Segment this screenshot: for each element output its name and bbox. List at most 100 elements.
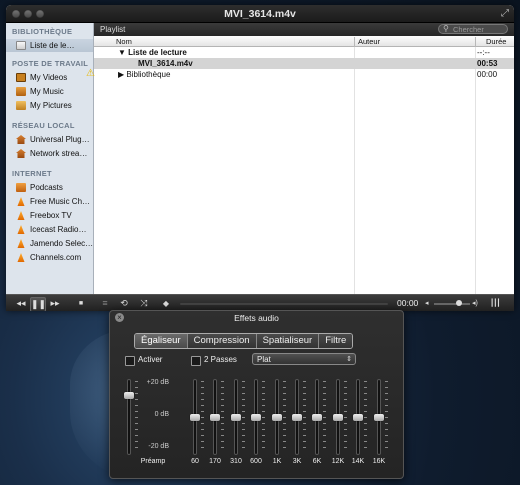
column-header: Nom Auteur Durée [94,36,514,47]
playhead-icon[interactable]: ◆ [159,297,173,310]
tab-filter[interactable]: Filtre [319,334,353,348]
sidebar-item-podcasts[interactable]: Podcasts [16,181,92,194]
preamp-slider[interactable] [124,380,134,454]
eq-band-slider-3K[interactable] [292,380,302,454]
sidebar-item-free-music-charts[interactable]: Free Music Ch… [16,195,92,208]
eq-band-label: 12K [331,458,345,465]
sidebar-item-my-music[interactable]: My Music [16,85,92,98]
eq-band-slider-310[interactable] [231,380,241,454]
tab-spatializer[interactable]: Spatialiseur [256,334,320,348]
eq-band-slider-170[interactable] [210,380,220,454]
slider-knob[interactable] [292,414,302,421]
sidebar-item-label: Channels.com [30,253,82,262]
sidebar-item-label: My Music [30,87,64,96]
sidebar-item-icecast-radio[interactable]: Icecast Radio… [16,223,92,236]
playlist-label: Playlist [100,25,126,34]
table-row[interactable]: ▼ Liste de lecture --:-- [94,47,514,58]
title-bar[interactable]: MVI_3614.m4v ⤢ [6,5,514,23]
sidebar-item-my-videos[interactable]: My Videos [16,71,92,84]
sidebar-item-network-streams[interactable]: Network strea… [16,147,92,160]
sidebar-item-upnp[interactable]: Universal Plug… [16,133,92,146]
preset-select[interactable]: Plat ⇕ [252,353,356,365]
sidebar-item-jamendo[interactable]: Jamendo Selec… [16,237,93,250]
cone-icon [17,211,25,220]
equalizer-icon[interactable]: ┃┃┃ [490,297,501,310]
slider-ticks [242,381,245,453]
volume-knob[interactable] [456,300,462,306]
network-home-icon [16,149,26,158]
playlist-toggle-button[interactable]: ≡ [98,297,112,310]
forward-button[interactable]: ▸▸ [48,297,62,310]
film-icon [16,73,26,82]
sidebar-item-label: Icecast Radio… [30,225,87,234]
slider-knob[interactable] [353,414,363,421]
row-duration: 00:00 [477,70,498,79]
music-icon [16,87,26,96]
sidebar-item-label: Freebox TV [30,211,72,220]
effects-tabs: Égaliseur Compression Spatialiseur Filtr… [134,333,354,349]
fullscreen-icon[interactable]: ⤢ [501,8,509,19]
eq-band-slider-6K[interactable] [312,380,322,454]
pause-button[interactable]: ❚❚ [30,297,46,311]
slider-knob[interactable] [190,414,200,421]
sidebar-item-playlist[interactable]: Liste de le… [6,39,93,52]
eq-band-slider-600[interactable] [251,380,261,454]
table-row[interactable]: ⚠ ▶ Bibliothèque 00:00 [86,68,514,80]
slider-ticks [283,381,286,453]
cone-icon [17,225,25,234]
panel-title: Effets audio [234,313,279,323]
loop-button[interactable]: ⟲ [117,297,131,310]
warning-icon: ⚠ [86,68,95,79]
sidebar-item-my-pictures[interactable]: My Pictures [16,99,92,112]
column-divider [354,47,355,294]
column-separator[interactable] [354,37,355,47]
eq-band-slider-1K[interactable] [272,380,282,454]
table-row-selected[interactable]: MVI_3614.m4v 00:53 [94,58,514,69]
sidebar-item-freebox-tv[interactable]: Freebox TV [16,209,92,222]
sidebar-item-label: Universal Plug… [30,135,90,144]
slider-ticks [364,381,367,453]
eq-band-slider-14K[interactable] [353,380,363,454]
slider-knob[interactable] [374,414,384,421]
slider-knob[interactable] [272,414,282,421]
sidebar-section-library: BIBLIOTHÈQUE [12,27,73,36]
enable-checkbox[interactable] [125,356,135,366]
tab-equalizer[interactable]: Égaliseur [135,334,188,348]
column-author-header[interactable]: Auteur [358,37,380,46]
slider-ticks [201,381,204,453]
sidebar-section-internet: INTERNET [12,169,52,178]
slider-knob[interactable] [312,414,322,421]
column-duration-header[interactable]: Durée [486,37,506,46]
rewind-button[interactable]: ◂◂ [14,297,28,310]
cone-icon [17,197,25,206]
slider-knob[interactable] [124,392,134,399]
volume-low-icon[interactable]: ◂ [425,297,429,310]
time-display: 00:00 [397,298,419,308]
slider-knob[interactable] [231,414,241,421]
shuffle-button[interactable]: ⤨ [137,297,151,310]
eq-band-slider-16K[interactable] [374,380,384,454]
eq-band-slider-60[interactable] [190,380,200,454]
slider-knob[interactable] [333,414,343,421]
sidebar-item-channels-com[interactable]: Channels.com [16,251,92,264]
slider-knob[interactable] [251,414,261,421]
stop-button[interactable]: ■ [74,297,88,310]
two-pass-checkbox[interactable] [191,356,201,366]
search-input[interactable]: ⚲ Chercher [438,24,508,34]
progress-bar[interactable] [180,303,388,305]
audio-effects-panel: × Effets audio Égaliseur Compression Spa… [109,310,404,479]
search-icon: ⚲ [443,24,449,33]
slider-ticks [262,381,265,453]
pictures-icon [16,101,26,110]
eq-band-slider-12K[interactable] [333,380,343,454]
tab-compression[interactable]: Compression [187,334,257,348]
volume-high-icon[interactable]: ◂) [472,297,478,310]
volume-slider[interactable] [434,303,470,305]
column-name-header[interactable]: Nom [116,37,132,46]
slider-ticks [344,381,347,453]
column-separator[interactable] [475,37,476,47]
row-name: ▼ Liste de lecture [118,48,187,57]
slider-knob[interactable] [210,414,220,421]
db-label-min: -20 dB [148,443,169,450]
playlist-rows: ▼ Liste de lecture --:-- MVI_3614.m4v 00… [86,47,514,80]
